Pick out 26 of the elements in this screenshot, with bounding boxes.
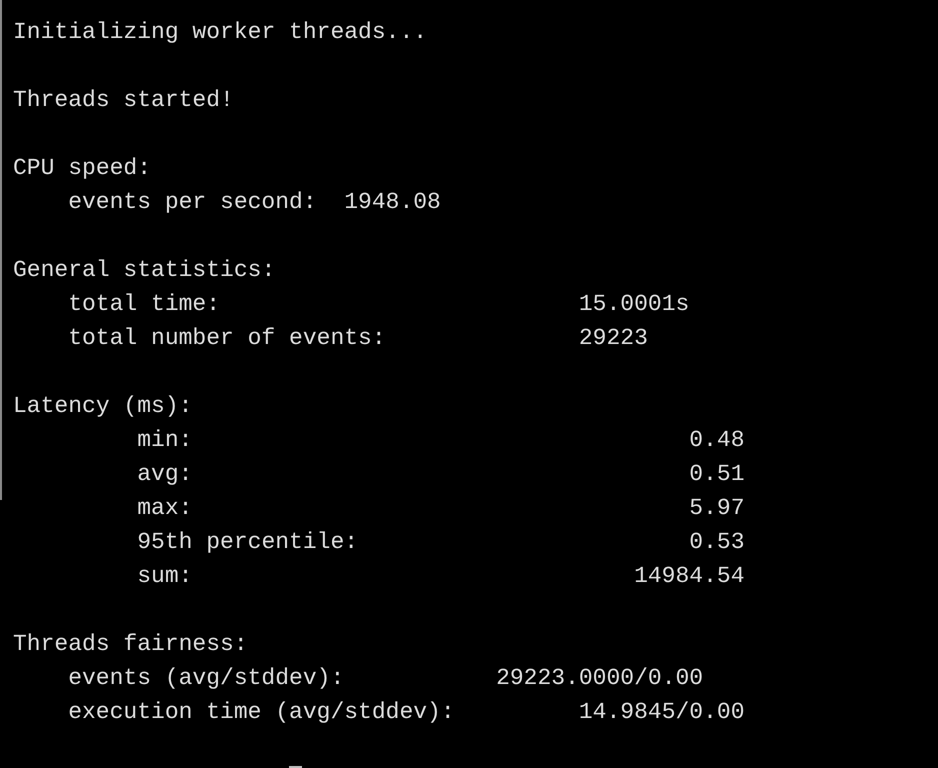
section-heading: Threads started! bbox=[13, 86, 234, 115]
stat-value: 14.9845/0.00 bbox=[578, 698, 745, 727]
section-heading: General statistics: bbox=[13, 256, 276, 285]
stat-value: 15.0001s bbox=[578, 290, 690, 319]
section-heading: Latency (ms): bbox=[13, 392, 192, 421]
stat-label: total number of events: bbox=[68, 324, 386, 353]
stat-value: 0.53 bbox=[689, 528, 744, 557]
stat-label: events per second: bbox=[68, 188, 317, 217]
stat-label: events (avg/stddev): bbox=[68, 664, 344, 693]
stat-value: 0.48 bbox=[689, 426, 744, 455]
stat-label: sum: bbox=[137, 562, 192, 591]
section-heading: CPU speed: bbox=[13, 154, 152, 183]
section-heading: Threads fairness: bbox=[13, 630, 248, 659]
stat-value: 5.97 bbox=[689, 494, 744, 523]
stat-label: min: bbox=[137, 426, 192, 455]
stat-value: 14984.54 bbox=[634, 562, 744, 591]
stat-label: 95th percentile: bbox=[137, 528, 358, 557]
stat-label: max: bbox=[137, 494, 192, 523]
stat-label: total time: bbox=[68, 290, 220, 319]
stat-value: 0.51 bbox=[689, 460, 744, 489]
stat-value: 29223 bbox=[578, 324, 648, 353]
stat-value: 1948.08 bbox=[344, 188, 441, 217]
stat-label: execution time (avg/stddev): bbox=[68, 698, 455, 727]
stat-label: avg: bbox=[137, 460, 192, 489]
section-heading: Initializing worker threads... bbox=[13, 18, 428, 47]
stat-value: 29223.0000/0.00 bbox=[496, 664, 704, 693]
